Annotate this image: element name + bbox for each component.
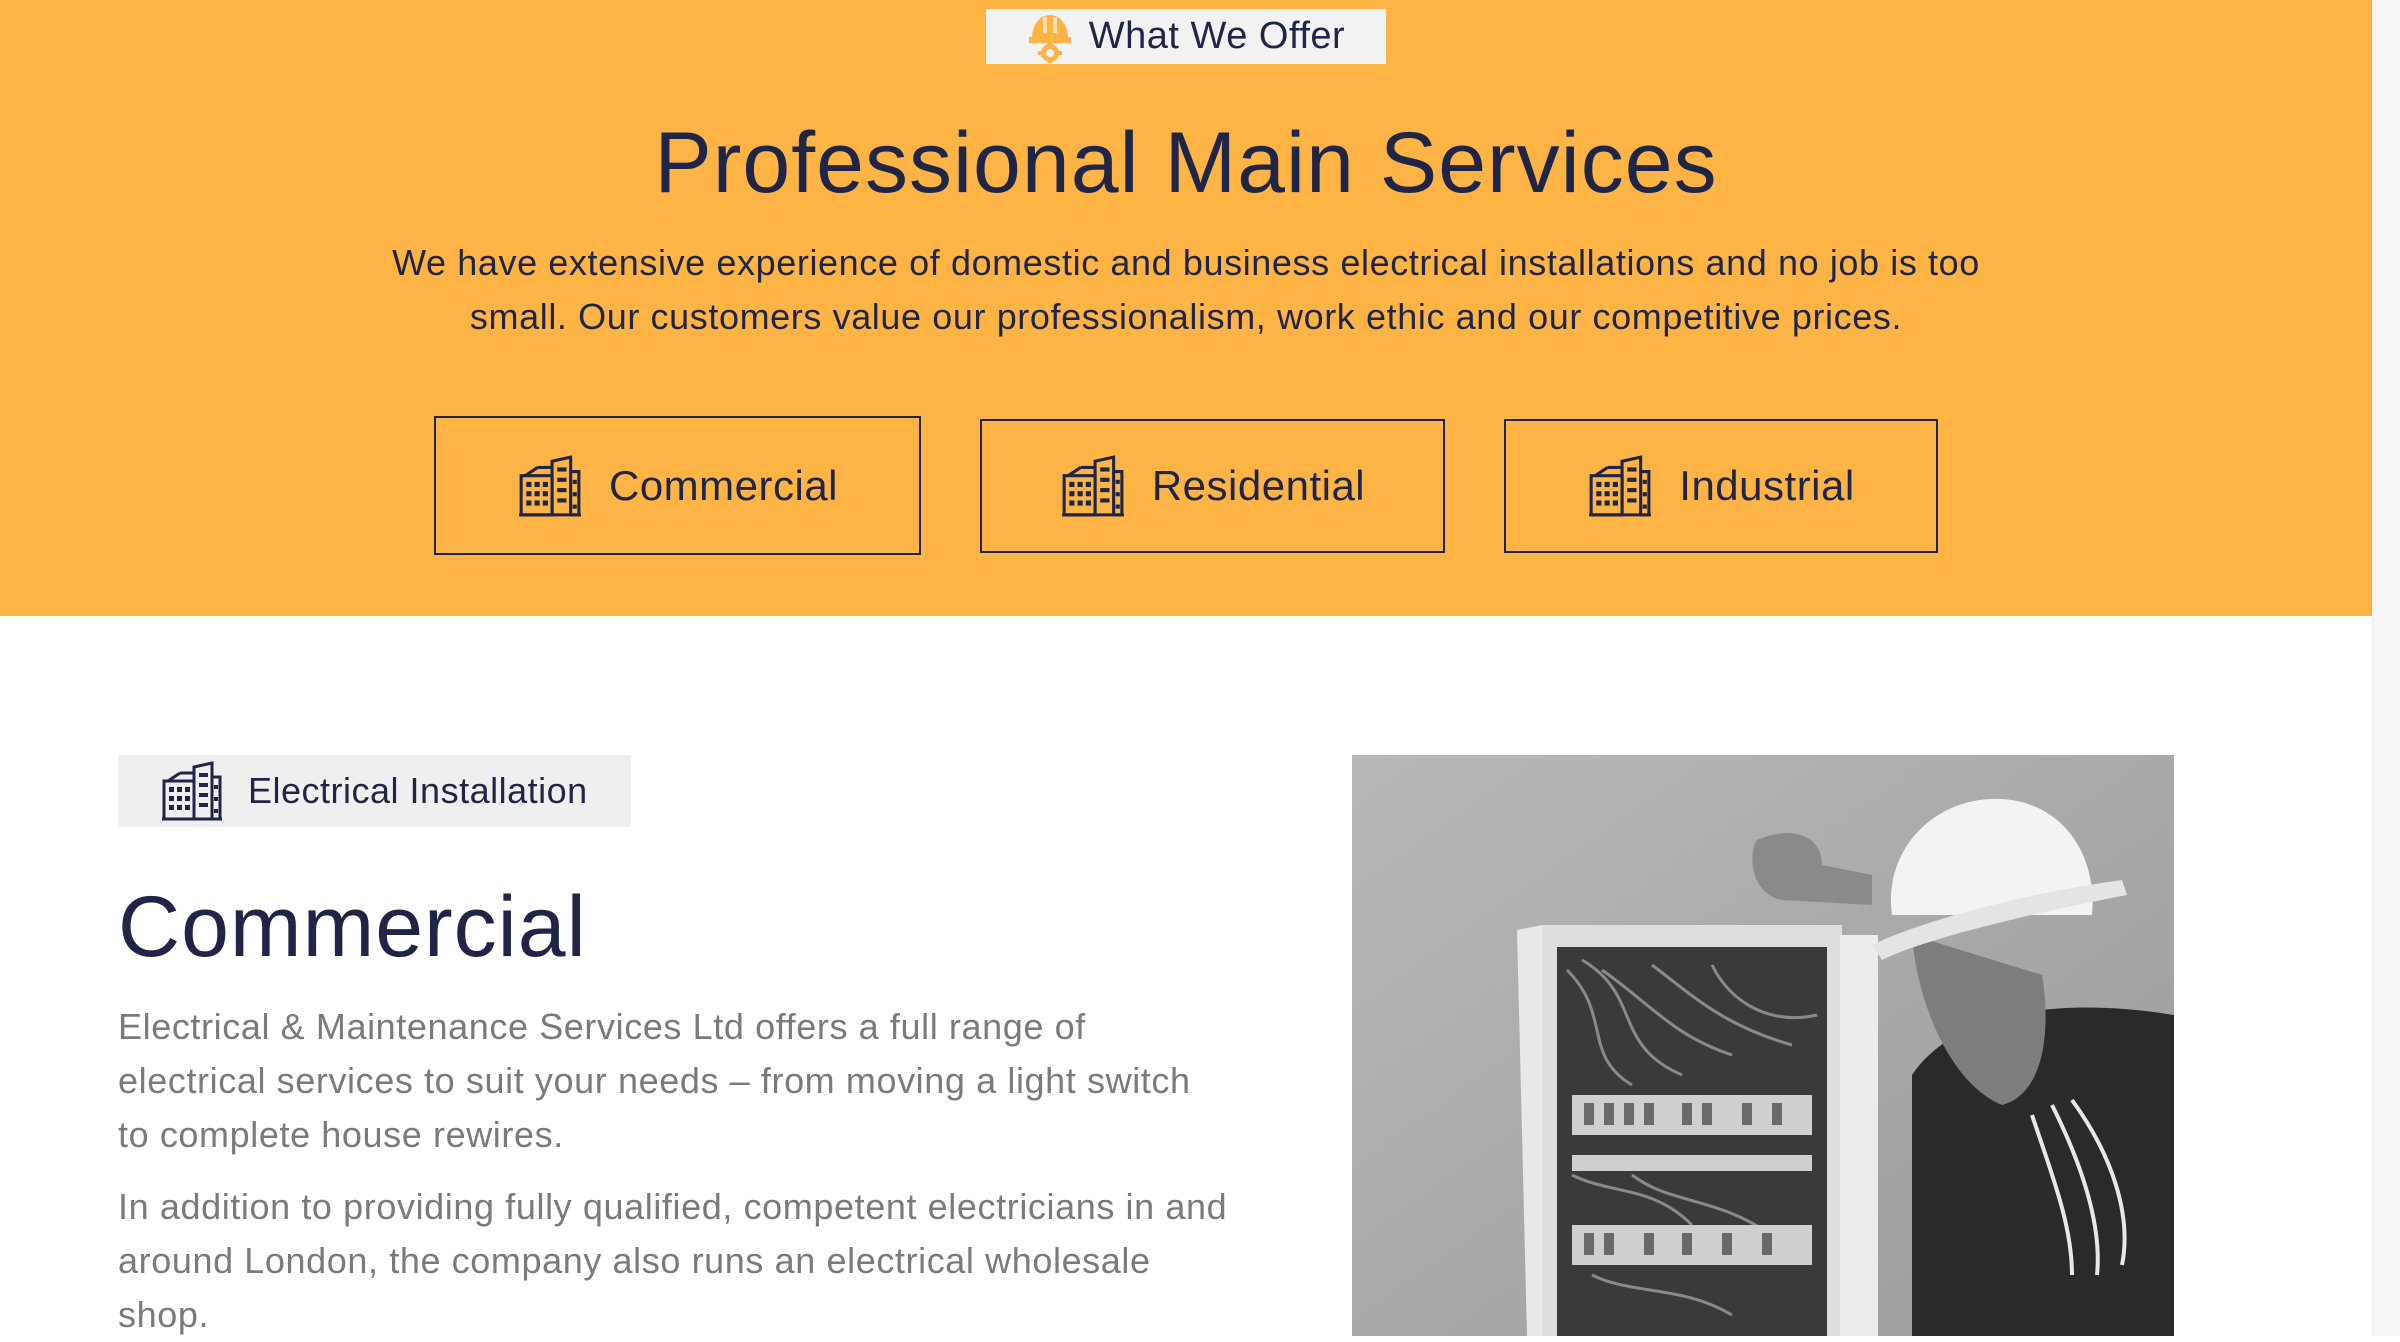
- industrial-service-button[interactable]: Industrial: [1504, 419, 1938, 553]
- industrial-label: Industrial: [1679, 462, 1855, 509]
- section-paragraph: In addition to providing fully qualified…: [118, 1186, 1228, 1335]
- residential-service-button[interactable]: Residential: [980, 419, 1445, 553]
- buildings-icon: [1587, 453, 1653, 519]
- electrician-photo: [1352, 755, 2174, 1336]
- electrician-photo-illustration: [1352, 755, 2174, 1336]
- buildings-icon: [517, 453, 583, 519]
- what-we-offer-badge: What We Offer: [986, 9, 1386, 64]
- residential-label: Residential: [1151, 462, 1366, 509]
- section-title: Commercial: [118, 879, 587, 975]
- hero-banner: What We Offer Professional Main Services…: [0, 0, 2372, 616]
- buildings-icon: [160, 759, 224, 823]
- hero-title: Professional Main Services: [654, 115, 1718, 211]
- hardhat-gear-icon: [1028, 14, 1071, 63]
- page-scrollbar[interactable]: [2372, 0, 2400, 1336]
- electrical-installation-badge: Electrical Installation: [118, 755, 631, 827]
- commercial-service-button[interactable]: Commercial: [434, 416, 921, 555]
- commercial-label: Commercial: [608, 461, 839, 509]
- category-label: Electrical Installation: [248, 770, 588, 811]
- what-we-offer-label: What We Offer: [1088, 15, 1346, 57]
- hero-description: We have extensive experience of domestic…: [392, 242, 1980, 337]
- section-paragraph: Electrical & Maintenance Services Ltd of…: [118, 1006, 1191, 1155]
- buildings-icon: [1060, 453, 1126, 519]
